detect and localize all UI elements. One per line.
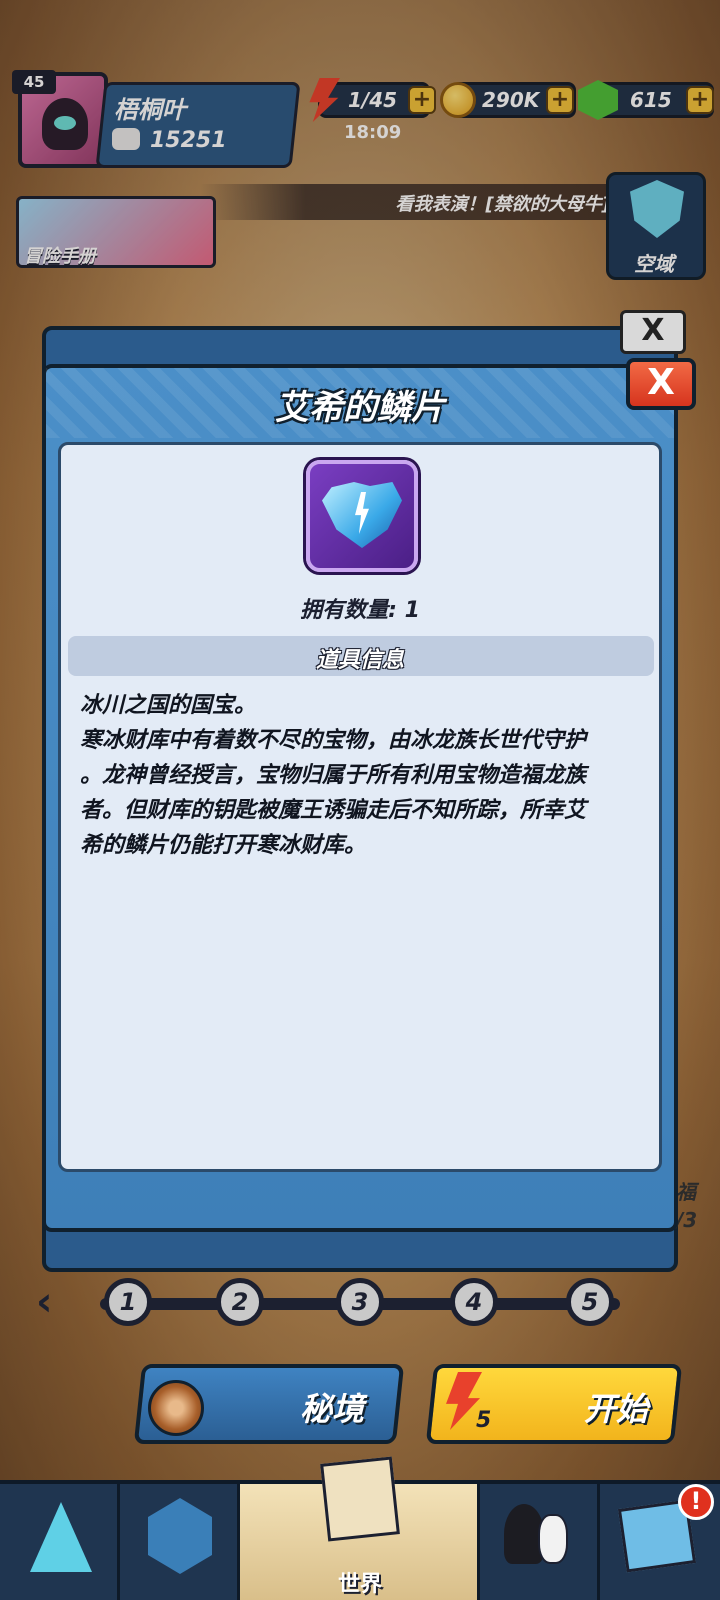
- target-icon: [148, 1380, 204, 1436]
- hexagon-emblem-icon: [148, 1498, 212, 1574]
- notification-badge: !: [678, 1484, 714, 1520]
- stage-node-1[interactable]: 1: [104, 1278, 152, 1326]
- description-line: 者。但财库的钥匙被魔王诱骗走后不知所踪，所幸艾: [80, 798, 587, 823]
- crystal-mountain-icon: [30, 1502, 92, 1572]
- owned-quantity: 拥有数量: 1: [300, 598, 420, 623]
- description-line: 。龙神曾经授言，宝物归属于所有利用宝物造福龙族: [80, 763, 587, 788]
- start-energy-cost: 5: [476, 1408, 492, 1433]
- item-description: 冰川之国的国宝。 寒冰财库中有着数不尽的宝物，由冰龙族长世代守护 。龙神曾经授言…: [80, 688, 644, 863]
- description-line: 希的鳞片仍能打开寒冰财库。: [80, 833, 367, 858]
- nav-tab-characters[interactable]: [480, 1484, 600, 1600]
- secret-realm-label: 秘境: [300, 1390, 365, 1428]
- close-button[interactable]: X: [626, 358, 696, 410]
- stage-node-4[interactable]: 4: [450, 1278, 498, 1326]
- description-line: 寒冰财库中有着数不尽的宝物，由冰龙族长世代守护: [80, 728, 587, 753]
- nav-tab-world-label: 世界: [337, 1572, 382, 1597]
- stage-node-3[interactable]: 3: [336, 1278, 384, 1326]
- character-white-icon: [538, 1514, 568, 1564]
- background-peek-count: /3: [676, 1208, 698, 1232]
- start-label: 开始: [584, 1390, 649, 1428]
- map-icon: [320, 1456, 400, 1542]
- info-header-label: 道具信息: [315, 648, 404, 673]
- description-line: 冰川之国的国宝。: [80, 693, 257, 718]
- stage-node-5[interactable]: 5: [566, 1278, 614, 1326]
- nav-tab-guild[interactable]: [120, 1484, 240, 1600]
- background-peek-label: 福: [676, 1180, 696, 1204]
- background-dialog-close-button[interactable]: X: [620, 310, 686, 354]
- modal-title: 艾希的鳞片: [275, 388, 445, 428]
- stage-node-2[interactable]: 2: [216, 1278, 264, 1326]
- prev-chapter-arrow[interactable]: ‹: [36, 1282, 60, 1322]
- nav-tab-hero[interactable]: [0, 1484, 120, 1600]
